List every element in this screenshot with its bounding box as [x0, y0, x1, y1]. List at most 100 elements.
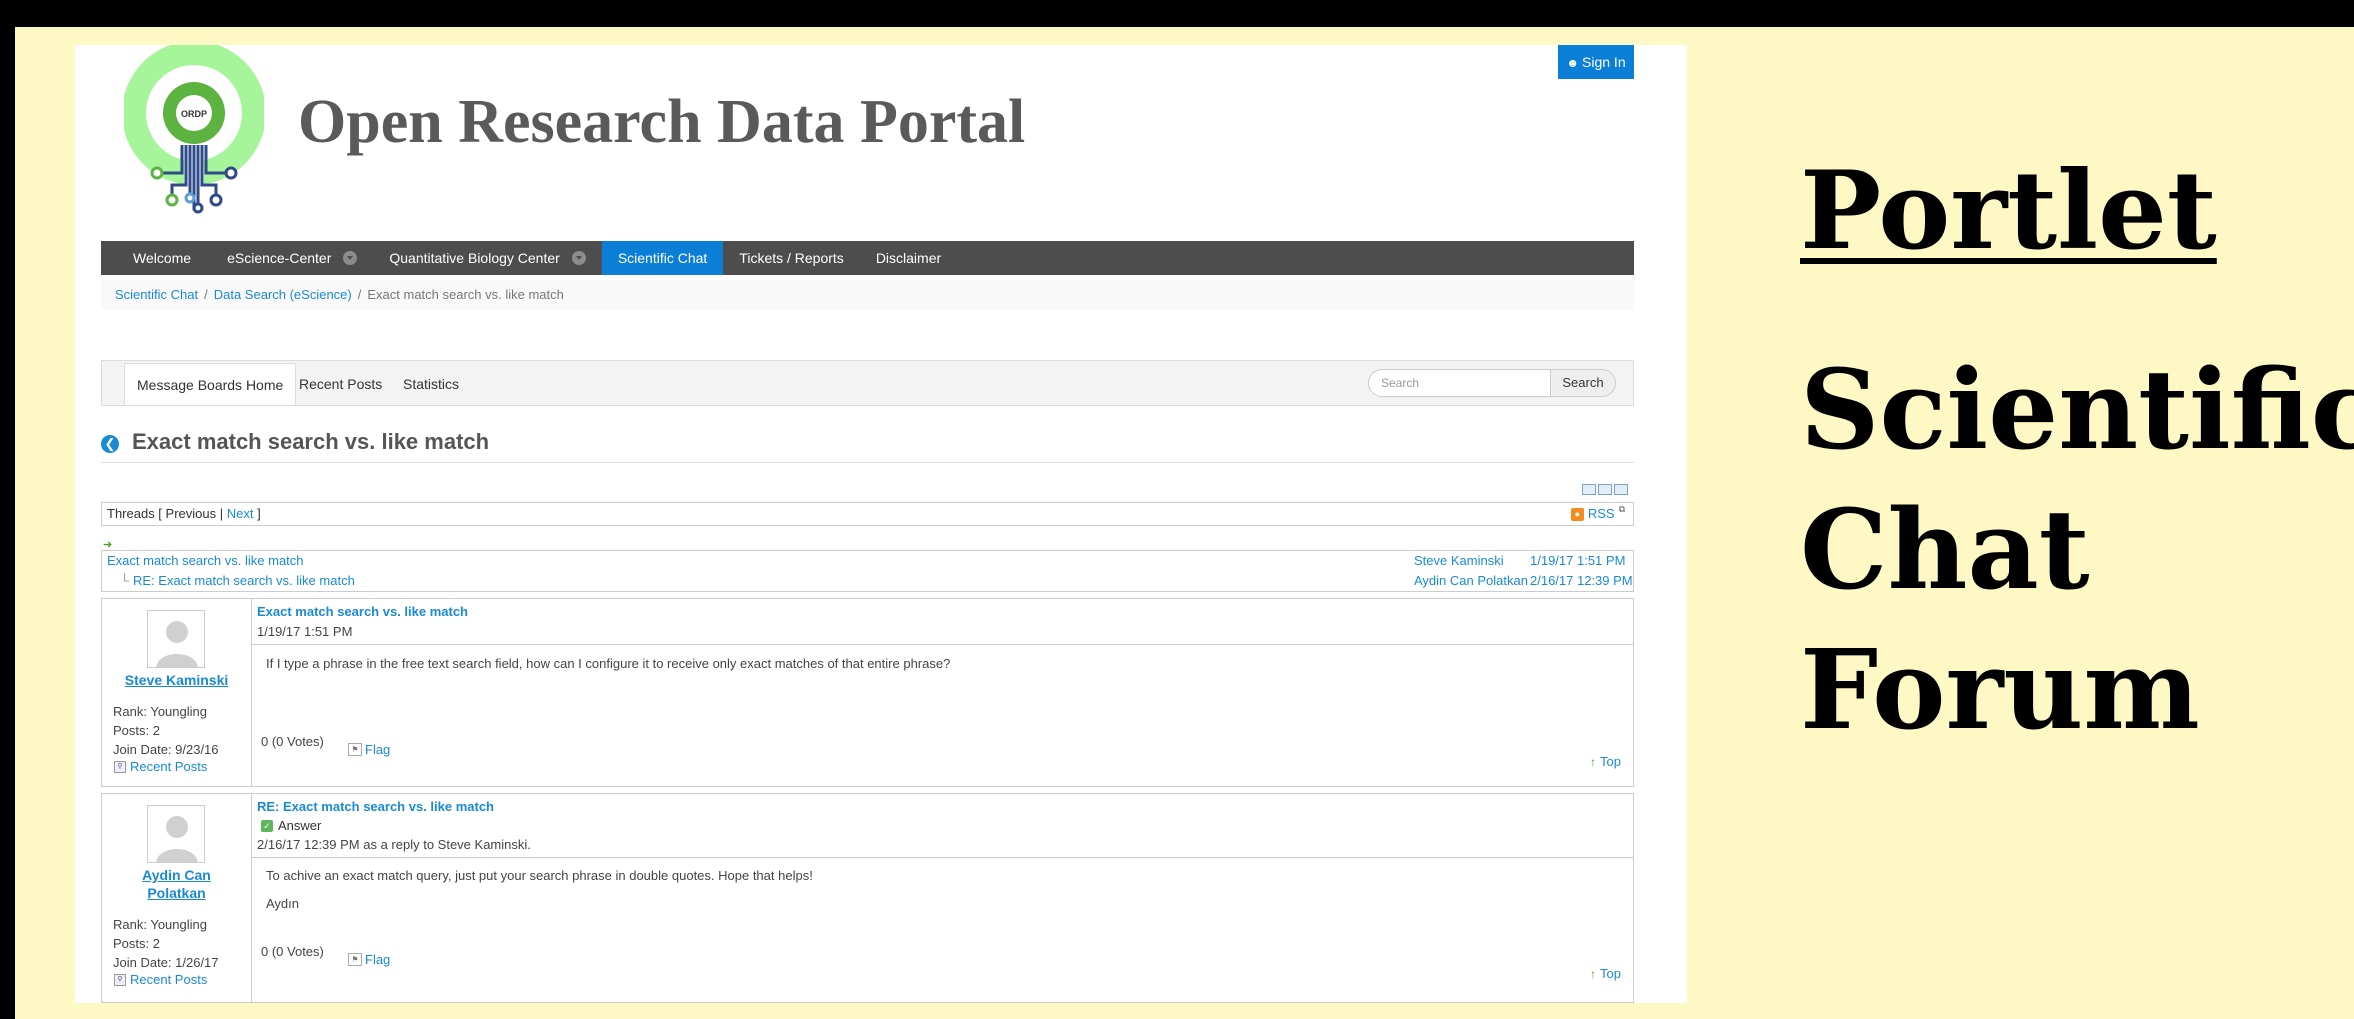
- author-rank: Rank: Youngling: [113, 704, 207, 719]
- flag-link[interactable]: ⚑ Flag: [348, 952, 390, 967]
- breadcrumb-separator: /: [204, 287, 208, 302]
- top-link[interactable]: ↑ Top: [1590, 966, 1621, 981]
- vote-count: 0 (0 Votes): [261, 734, 324, 749]
- rss-label: RSS: [1587, 506, 1615, 521]
- author-post-count: Posts: 2: [113, 936, 160, 951]
- post-subject-link[interactable]: RE: Exact match search vs. like match: [257, 799, 1633, 814]
- post-author-panel: Steve Kaminski Rank: Youngling Posts: 2 …: [102, 599, 252, 786]
- flat-view-icon[interactable]: [1598, 484, 1612, 495]
- combination-view-icon[interactable]: [1582, 484, 1596, 495]
- view-mode-switcher: [1582, 484, 1628, 495]
- external-link-icon: ⧉: [1618, 504, 1625, 514]
- chevron-down-icon[interactable]: [571, 251, 586, 265]
- message-board-toolbar: Message Boards Home Recent Posts Statist…: [101, 360, 1634, 406]
- side-line: Chat: [1800, 485, 2090, 614]
- answer-badge: ✓ Answer: [261, 818, 1633, 833]
- author-post-count: Posts: 2: [113, 723, 160, 738]
- threads-suffix: ]: [257, 506, 261, 521]
- tree-view-icon[interactable]: [1614, 484, 1628, 495]
- rss-link[interactable]: ● RSS ⧉: [1570, 503, 1625, 525]
- browser-page: ORDP Open Research Data Portal ☻ Sign In…: [75, 45, 1687, 1003]
- sign-in-label: Sign In: [1582, 54, 1626, 70]
- avatar[interactable]: [147, 610, 205, 668]
- arrow-up-icon: ↑: [1590, 754, 1597, 769]
- thread-tree: Exact match search vs. like match Steve …: [101, 550, 1634, 592]
- user-silhouette-icon: [156, 621, 198, 667]
- recent-posts-link[interactable]: ⚲ Recent Posts: [114, 972, 207, 987]
- ordp-logo-icon: ORDP: [124, 45, 264, 214]
- flag-label: Flag: [365, 952, 391, 967]
- nav-label: Quantitative Biology Center: [389, 250, 560, 266]
- tree-date: 1/19/17 1:51 PM: [1530, 553, 1626, 568]
- tree-row: Exact match search vs. like match Steve …: [102, 551, 1633, 571]
- breadcrumb-link-scientific-chat[interactable]: Scientific Chat: [115, 287, 198, 302]
- breadcrumb-current: Exact match search vs. like match: [367, 287, 564, 302]
- nav-item-welcome[interactable]: Welcome: [101, 241, 211, 275]
- answer-label: Answer: [278, 818, 322, 833]
- magnifier-icon: ⚲: [114, 760, 126, 773]
- flag-icon: ⚑: [348, 953, 362, 966]
- nav-label: eScience-Center: [227, 250, 332, 266]
- tab-recent-posts[interactable]: Recent Posts: [299, 363, 382, 405]
- tab-message-boards-home[interactable]: Message Boards Home: [124, 363, 297, 405]
- top-label: Top: [1600, 966, 1621, 981]
- search-button[interactable]: Search: [1550, 369, 1616, 397]
- post-date: 1/19/17 1:51 PM: [257, 624, 353, 639]
- post-subject-link[interactable]: Exact match search vs. like match: [257, 604, 1633, 619]
- tree-subject-link[interactable]: RE: Exact match search vs. like match: [133, 571, 355, 591]
- user-icon: ☻: [1566, 56, 1580, 70]
- nav-item-tickets-reports[interactable]: Tickets / Reports: [723, 241, 860, 275]
- post-header: RE: Exact match search vs. like match ✓ …: [257, 799, 1633, 852]
- avatar[interactable]: [147, 805, 205, 863]
- sign-in-button[interactable]: ☻ Sign In: [1558, 45, 1634, 79]
- post-author-panel: Aydin Can Polatkan Rank: Youngling Posts…: [102, 794, 252, 1002]
- thread-navigation: Threads [ Previous | Next ] ● RSS ⧉: [101, 502, 1634, 526]
- main-navigation: Welcome eScience-Center Quantitative Bio…: [101, 241, 1634, 275]
- breadcrumb-separator: /: [357, 287, 362, 302]
- magnifier-icon: ⚲: [114, 973, 126, 986]
- top-label: Top: [1600, 754, 1621, 769]
- tree-author-link[interactable]: Aydin Can Polatkan: [1414, 571, 1528, 591]
- search-input[interactable]: [1368, 369, 1551, 397]
- flag-label: Flag: [365, 742, 391, 757]
- tree-author-link[interactable]: Steve Kaminski: [1414, 551, 1504, 571]
- recent-posts-link[interactable]: ⚲ Recent Posts: [114, 759, 207, 774]
- arrow-up-icon: ↑: [1590, 966, 1597, 981]
- tree-subject-link[interactable]: Exact match search vs. like match: [107, 551, 304, 571]
- author-join-date: Join Date: 1/26/17: [113, 955, 219, 970]
- flag-icon: ⚑: [348, 743, 362, 756]
- thread-title: Exact match search vs. like match: [132, 429, 490, 454]
- divider: [101, 462, 1634, 463]
- breadcrumb-link-data-search[interactable]: Data Search (eScience): [214, 287, 352, 302]
- site-title: Open Research Data Portal: [298, 88, 1026, 156]
- nav-label: Scientific Chat: [617, 250, 708, 266]
- post-date: 2/16/17 12:39 PM as a reply to Steve Kam…: [257, 837, 531, 852]
- rss-icon: ●: [1570, 507, 1584, 521]
- message-post: Steve Kaminski Rank: Youngling Posts: 2 …: [101, 598, 1634, 787]
- next-thread-link[interactable]: Next: [227, 506, 254, 521]
- author-link[interactable]: Steve Kaminski: [102, 671, 251, 689]
- nav-label: Disclaimer: [875, 250, 942, 266]
- tab-statistics[interactable]: Statistics: [403, 363, 459, 405]
- thread-nav-separator: |: [219, 506, 224, 521]
- author-link[interactable]: Aydin Can Polatkan: [102, 866, 251, 902]
- top-link[interactable]: ↑ Top: [1590, 754, 1621, 769]
- post-signature: Aydın: [266, 896, 300, 911]
- nav-label: Welcome: [133, 250, 192, 266]
- side-heading: Portlet: [1800, 148, 2217, 274]
- author-rank: Rank: Youngling: [113, 917, 207, 932]
- divider: [251, 644, 1633, 645]
- nav-item-quantitative-biology-center[interactable]: Quantitative Biology Center: [373, 241, 601, 275]
- nav-item-escience-center[interactable]: eScience-Center: [211, 241, 373, 275]
- chevron-down-icon[interactable]: [343, 251, 358, 265]
- previous-thread-label: Previous: [165, 506, 217, 521]
- flag-link[interactable]: ⚑ Flag: [348, 742, 390, 757]
- tree-branch-icon: └: [120, 573, 130, 588]
- author-join-date: Join Date: 9/23/16: [113, 742, 219, 757]
- nav-item-scientific-chat[interactable]: Scientific Chat: [601, 241, 724, 275]
- recent-posts-label: Recent Posts: [130, 972, 208, 987]
- nav-item-disclaimer[interactable]: Disclaimer: [860, 241, 957, 275]
- back-arrow-icon[interactable]: ❮: [101, 435, 119, 453]
- logo-text: ORDP: [181, 109, 207, 119]
- threads-prefix: Threads [: [107, 506, 162, 521]
